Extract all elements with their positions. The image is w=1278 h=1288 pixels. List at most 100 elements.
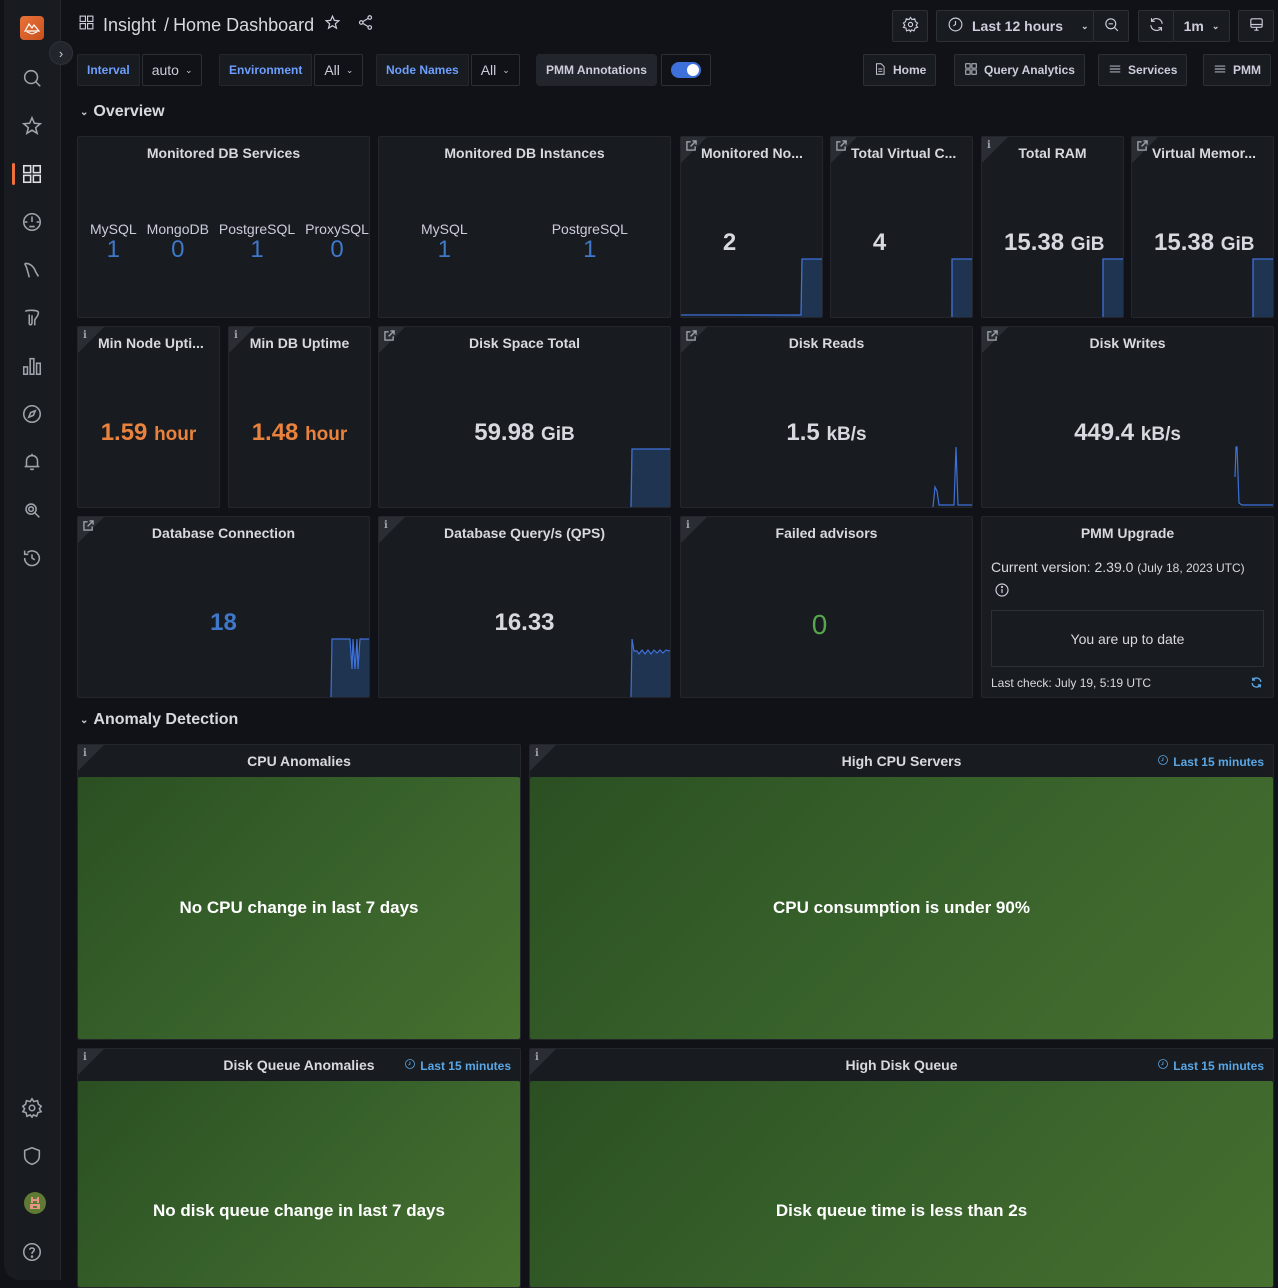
panel-title[interactable]: Total RAM [982, 145, 1123, 161]
refresh-icon [1148, 16, 1165, 36]
row-overview[interactable]: ⌄ Overview [80, 103, 165, 121]
panel-title[interactable]: Disk Space Total [379, 335, 670, 351]
apps-icon [964, 62, 978, 79]
interval-value: auto [151, 62, 179, 78]
row-anomaly-detection[interactable]: ⌄ Anomaly Detection [80, 711, 238, 729]
share-icon[interactable] [357, 14, 374, 36]
link-home[interactable]: Home [863, 54, 937, 86]
bars-icon [1213, 62, 1227, 79]
panel-title[interactable]: Failed advisors [681, 525, 972, 541]
panel-title[interactable]: Total Virtual C... [851, 145, 972, 161]
clock-icon [1157, 754, 1169, 769]
panel-title[interactable]: Database Query/s (QPS) [379, 525, 670, 541]
time-range-picker[interactable]: Last 12 hours ⌄ [936, 10, 1094, 42]
zoom-out-time-button[interactable] [1093, 10, 1129, 42]
gear-icon [902, 16, 919, 36]
sparkline [1234, 446, 1273, 506]
breadcrumb-folder[interactable]: Insight [103, 15, 156, 36]
tv-mode-button[interactable] [1238, 10, 1274, 42]
postgresql-icon[interactable] [20, 306, 44, 330]
backup-history-icon[interactable] [20, 546, 44, 570]
dashboards-icon[interactable] [20, 162, 44, 186]
monitor-icon [1248, 16, 1265, 36]
environment-value: All [324, 62, 340, 78]
interval-select[interactable]: auto ⌄ [141, 54, 203, 86]
panel-title[interactable]: Min Node Upti... [98, 335, 219, 351]
query-analytics-icon[interactable] [20, 354, 44, 378]
chevron-down-icon: ⌄ [1081, 20, 1089, 31]
link-services[interactable]: Services [1098, 54, 1188, 86]
shield-icon[interactable] [20, 1144, 44, 1168]
current-version: Current version: 2.39.0 (July 18, 2023 U… [991, 559, 1245, 575]
panel-title[interactable]: Disk Reads [681, 335, 972, 351]
search-icon[interactable] [20, 66, 44, 90]
panel-database-connection: Database Connection 18 [77, 516, 370, 698]
link-label: Query Analytics [984, 63, 1075, 77]
toggle-switch[interactable] [670, 62, 701, 78]
dashboard-settings-button[interactable] [892, 10, 928, 42]
refresh-interval-label: 1m [1183, 18, 1204, 34]
stat-list: MySQL 1 MongoDB 0 PostgreSQL 1 ProxySQL 0 [78, 221, 369, 263]
panel-title[interactable]: Virtual Memor... [1152, 145, 1273, 161]
starred-icon[interactable] [20, 114, 44, 138]
link-label: PMM [1233, 63, 1261, 77]
panel-high-disk-queue: i High Disk Queue Last 15 minutes Disk q… [529, 1048, 1274, 1288]
annotations-toggle[interactable] [660, 54, 711, 86]
panel-disk-reads: Disk Reads 1.5 kB/s [680, 326, 973, 508]
alerting-bell-icon[interactable] [20, 450, 44, 474]
panel-title[interactable]: Monitored DB Services [78, 145, 369, 161]
advisors-icon[interactable] [20, 498, 44, 522]
panel-failed-advisors: i Failed advisors 0 [680, 516, 973, 698]
user-avatar[interactable] [24, 1192, 46, 1214]
stat-proxysql: ProxySQL 0 [305, 221, 369, 263]
stat-mysql: MySQL 1 [421, 221, 468, 263]
node-overview-icon[interactable] [20, 210, 44, 234]
panel-title[interactable]: Database Connection [78, 525, 369, 541]
stat-value: 1.48 hour [251, 419, 348, 446]
panel-title[interactable]: Min DB Uptime [229, 335, 370, 351]
upgrade-status-box: You are up to date [991, 610, 1264, 667]
star-icon[interactable] [324, 14, 341, 36]
panel-title[interactable]: PMM Upgrade [982, 525, 1273, 541]
info-circle-icon[interactable] [995, 583, 1009, 602]
pmm-logo[interactable] [20, 16, 44, 40]
chevron-down-icon: ⌄ [502, 64, 510, 75]
sparkline [681, 258, 822, 317]
link-pmm[interactable]: PMM [1203, 54, 1271, 86]
breadcrumb: Insight / Home Dashboard [78, 14, 374, 36]
link-label: Home [893, 63, 927, 77]
dashboard-title[interactable]: Home Dashboard [173, 15, 314, 36]
panel-title[interactable]: Monitored No... [701, 145, 822, 161]
panel-monitored-db-services: Monitored DB Services MySQL 1 MongoDB 0 Po… [77, 136, 370, 318]
check-updates-refresh-icon[interactable] [1250, 676, 1263, 694]
link-query-analytics[interactable]: Query Analytics [954, 54, 1085, 86]
clock-icon [1157, 1058, 1169, 1073]
expand-sidebar-button[interactable]: › [49, 41, 73, 65]
panel-total-ram: i Total RAM 15.38 GiB [981, 136, 1124, 318]
node-names-select[interactable]: All ⌄ [470, 54, 520, 86]
mysql-icon[interactable] [20, 258, 44, 282]
sparkline [951, 258, 972, 317]
stat-value: 1.59 hour [100, 419, 197, 446]
sparkline [932, 446, 972, 507]
panel-title[interactable]: Monitored DB Instances [379, 145, 670, 161]
last-check: Last check: July 19, 5:19 UTC [991, 676, 1152, 690]
explore-icon[interactable] [20, 402, 44, 426]
clock-icon [947, 16, 964, 36]
refresh-interval-picker[interactable]: 1m ⌄ [1173, 10, 1230, 42]
panel-disk-queue-anomalies: i Disk Queue Anomalies Last 15 minutes N… [77, 1048, 521, 1288]
info-icon[interactable]: i [83, 330, 87, 341]
panel-cpu-anomalies: i CPU Anomalies No CPU change in last 7 … [77, 744, 521, 1040]
panel-title[interactable]: Disk Writes [982, 335, 1273, 351]
refresh-button[interactable] [1138, 10, 1174, 42]
external-link-icon[interactable] [686, 140, 697, 154]
external-link-icon[interactable] [836, 140, 847, 154]
configuration-gear-icon[interactable] [20, 1096, 44, 1120]
environment-select[interactable]: All ⌄ [314, 54, 364, 86]
external-link-icon[interactable] [1137, 140, 1148, 154]
chevron-down-icon: ⌄ [184, 64, 193, 75]
panel-title[interactable]: CPU Anomalies [78, 753, 520, 769]
help-icon[interactable] [20, 1240, 44, 1264]
time-override: Last 15 minutes [404, 1058, 511, 1073]
row-title: Overview [93, 103, 165, 120]
